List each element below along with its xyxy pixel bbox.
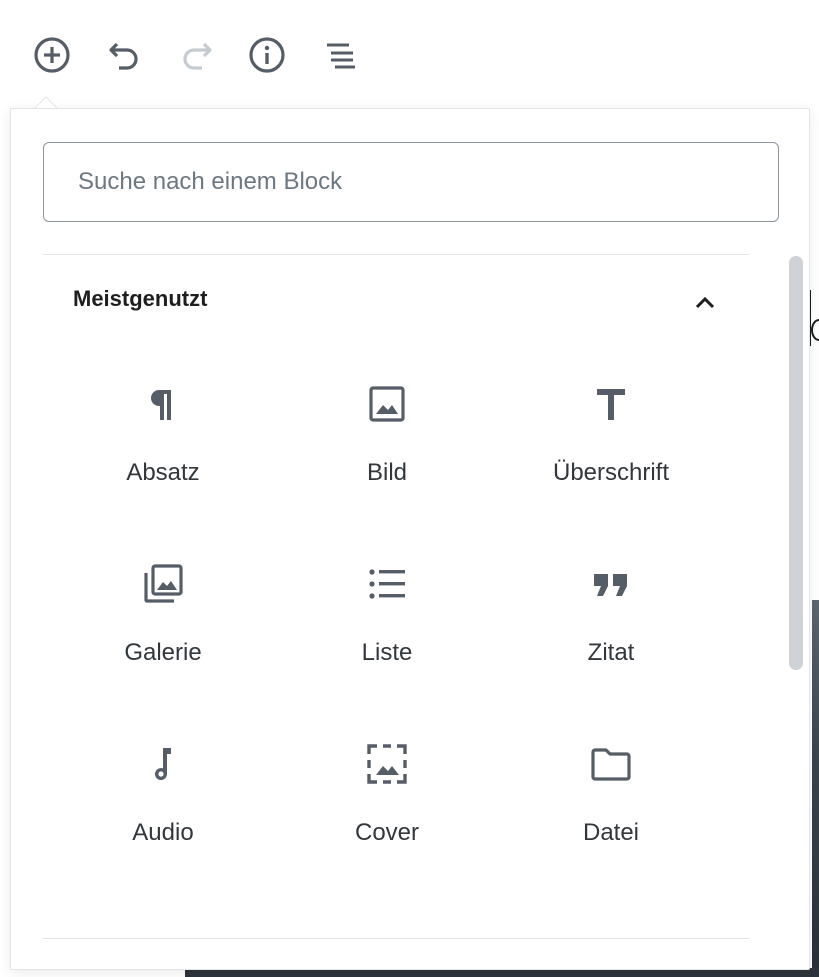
block-label: Cover [354, 819, 420, 846]
cover-icon [367, 744, 407, 784]
editor-toolbar [0, 0, 819, 108]
block-item-zitat[interactable]: Zitat [491, 539, 731, 709]
add-block-button[interactable] [30, 33, 74, 77]
block-item-bild[interactable]: Bild [267, 359, 507, 529]
redo-button[interactable] [175, 33, 219, 77]
chevron-up-icon [695, 296, 715, 309]
block-label: Überschrift [552, 459, 670, 486]
block-item-liste[interactable]: Liste [267, 539, 507, 709]
info-button[interactable] [245, 33, 289, 77]
list-outline-icon [327, 43, 355, 69]
divider [43, 938, 749, 939]
outline-button[interactable] [318, 33, 362, 77]
quote-icon [594, 574, 627, 596]
block-inserter-popover: Meistgenutzt Absatz Bild [10, 108, 810, 970]
block-item-audio[interactable]: Audio [43, 719, 283, 889]
block-label: Datei [582, 819, 640, 846]
editor-cover-image-fragment [812, 600, 819, 977]
file-icon [591, 748, 631, 781]
heading-icon [597, 389, 625, 420]
undo-icon [109, 42, 138, 70]
panel-title[interactable]: Meistgenutzt [73, 286, 207, 312]
block-item-absatz[interactable]: Absatz [43, 359, 283, 529]
image-icon [369, 386, 405, 422]
paragraph-icon [151, 390, 171, 420]
block-item-cover[interactable]: Cover [267, 719, 507, 889]
list-icon [369, 569, 405, 599]
block-label: Zitat [587, 639, 635, 666]
block-label: Liste [361, 639, 413, 666]
panel-collapse-toggle[interactable] [687, 285, 723, 321]
block-label: Audio [132, 819, 194, 846]
audio-icon [155, 748, 171, 781]
block-item-galerie[interactable]: Galerie [43, 539, 283, 709]
block-search-box[interactable] [43, 142, 779, 222]
gallery-icon [144, 564, 183, 603]
block-item-ueberschrift[interactable]: Überschrift [491, 359, 731, 529]
undo-button[interactable] [102, 33, 146, 77]
block-label: Bild [366, 459, 408, 486]
info-icon [249, 37, 285, 73]
scrollbar-thumb[interactable] [789, 256, 803, 670]
plus-circle-icon [34, 37, 70, 73]
popover-arrow [33, 92, 57, 108]
divider [43, 254, 749, 255]
block-label: Galerie [124, 639, 202, 666]
redo-icon [183, 42, 212, 70]
block-label: Absatz [126, 459, 200, 486]
block-item-datei[interactable]: Datei [491, 719, 731, 889]
block-search-input[interactable] [76, 167, 746, 197]
